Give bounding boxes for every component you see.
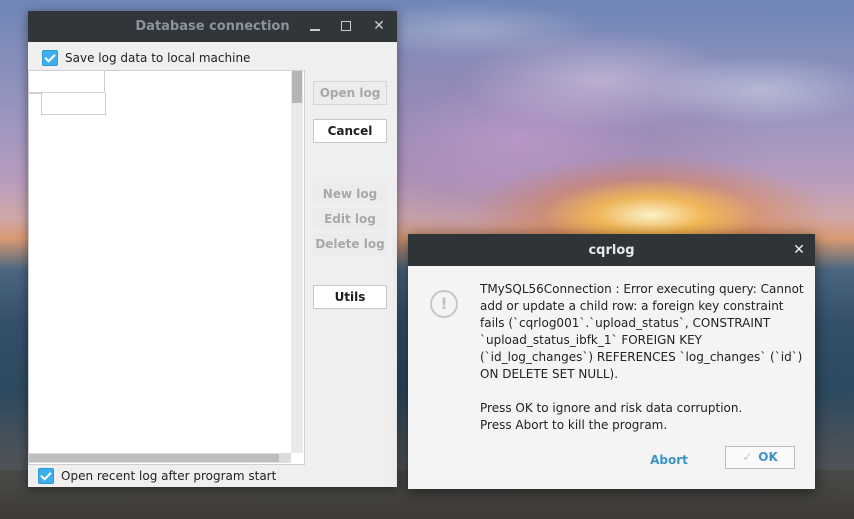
close-button[interactable]: ✕ <box>370 17 388 35</box>
close-icon: ✕ <box>373 18 385 34</box>
ok-button[interactable]: ✓ OK <box>725 446 795 469</box>
cancel-button[interactable]: Cancel <box>313 119 387 143</box>
horizontal-scrollbar-thumb[interactable] <box>29 454 279 462</box>
vertical-scrollbar-thumb[interactable] <box>292 71 302 103</box>
save-log-checkbox-row[interactable]: Save log data to local machine <box>42 50 250 66</box>
error-dialog: cqrlog ✕ ! TMySQL56Connection : Error ex… <box>408 234 815 489</box>
delete-log-button[interactable]: Delete log <box>313 233 387 255</box>
dialog-titlebar[interactable]: cqrlog ✕ <box>408 234 815 266</box>
open-recent-checkbox[interactable] <box>38 468 54 484</box>
list-row-divider <box>29 93 41 94</box>
open-recent-label: Open recent log after program start <box>61 469 277 483</box>
open-log-button[interactable]: Open log <box>313 81 387 105</box>
list-cell <box>29 71 105 93</box>
new-log-button[interactable]: New log <box>313 183 387 205</box>
log-list[interactable] <box>28 70 305 465</box>
open-recent-checkbox-row[interactable]: Open recent log after program start <box>38 468 276 484</box>
window-titlebar[interactable]: Database connection ✕ <box>28 11 397 42</box>
list-cell <box>41 93 106 115</box>
error-message: TMySQL56Connection : Error executing que… <box>480 282 804 432</box>
maximize-button[interactable] <box>337 17 355 35</box>
abort-button[interactable]: Abort <box>641 449 697 471</box>
vertical-scrollbar[interactable] <box>291 71 303 453</box>
close-icon: ✕ <box>793 242 805 258</box>
check-icon: ✓ <box>742 450 753 464</box>
utils-button[interactable]: Utils <box>313 285 387 309</box>
edit-log-button[interactable]: Edit log <box>313 208 387 230</box>
save-log-label: Save log data to local machine <box>65 51 251 65</box>
ok-label: OK <box>758 450 778 464</box>
minimize-button[interactable] <box>306 17 324 35</box>
warning-icon: ! <box>430 290 458 318</box>
dialog-title: cqrlog <box>588 243 635 258</box>
database-connection-window: Database connection ✕ Save log data to l… <box>28 11 397 487</box>
dialog-close-button[interactable]: ✕ <box>790 241 808 259</box>
save-log-checkbox[interactable] <box>42 50 58 66</box>
